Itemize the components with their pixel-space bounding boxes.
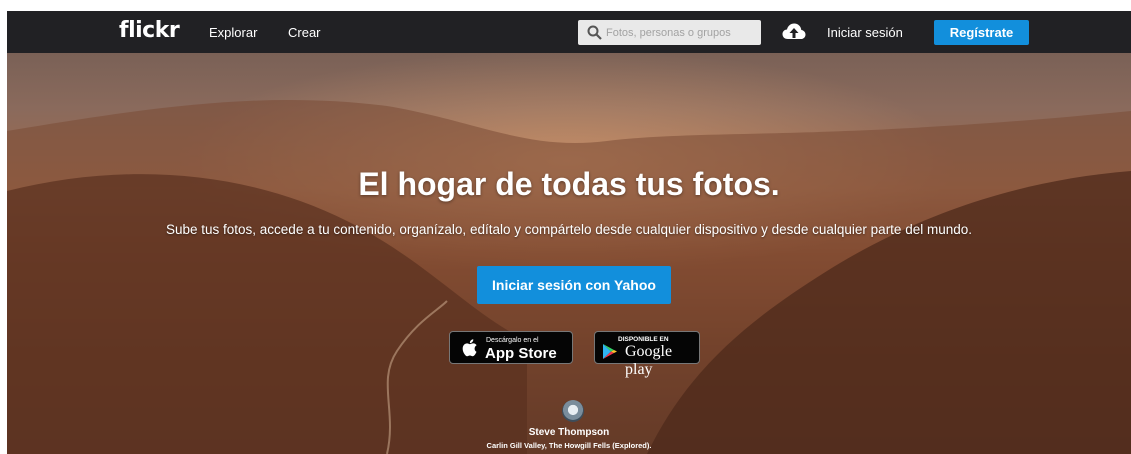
google-play-icon	[603, 344, 617, 359]
google-play-caption: DISPONIBLE EN	[618, 336, 669, 343]
nav-link-explore[interactable]: Explorar	[209, 25, 257, 40]
flickr-logo[interactable]: flickr	[119, 18, 180, 43]
app-store-label: App Store	[485, 345, 557, 362]
apple-icon	[462, 339, 477, 357]
cloud-upload-icon[interactable]	[782, 22, 806, 41]
nav-link-create[interactable]: Crear	[288, 25, 321, 40]
photographer-name[interactable]: Steve Thompson	[7, 427, 1131, 438]
register-button[interactable]: Regístrate	[934, 20, 1029, 45]
hero-subtitle: Sube tus fotos, accede a tu contenido, o…	[165, 222, 972, 237]
search-box[interactable]	[578, 20, 761, 45]
top-navigation-bar: flickr Explorar Crear Iniciar sesión Reg…	[7, 11, 1131, 53]
google-play-label: Google play	[625, 343, 673, 378]
hero-title: El hogar de todas tus fotos.	[358, 166, 780, 202]
signin-with-yahoo-button[interactable]: Iniciar sesión con Yahoo	[477, 266, 671, 304]
search-icon	[587, 25, 602, 40]
app-store-badge[interactable]: Descárgalo en el App Store	[449, 331, 573, 364]
photo-title[interactable]: Carlin Gill Valley, The Howgill Fells (E…	[7, 441, 1131, 450]
search-input[interactable]	[606, 20, 756, 45]
signin-link[interactable]: Iniciar sesión	[827, 25, 903, 40]
google-play-badge[interactable]: DISPONIBLE EN Google play	[594, 331, 700, 378]
photographer-avatar[interactable]	[562, 400, 584, 422]
app-store-caption: Descárgalo en el	[486, 337, 539, 344]
flickr-landing-page: flickr Explorar Crear Iniciar sesión Reg…	[7, 11, 1131, 454]
